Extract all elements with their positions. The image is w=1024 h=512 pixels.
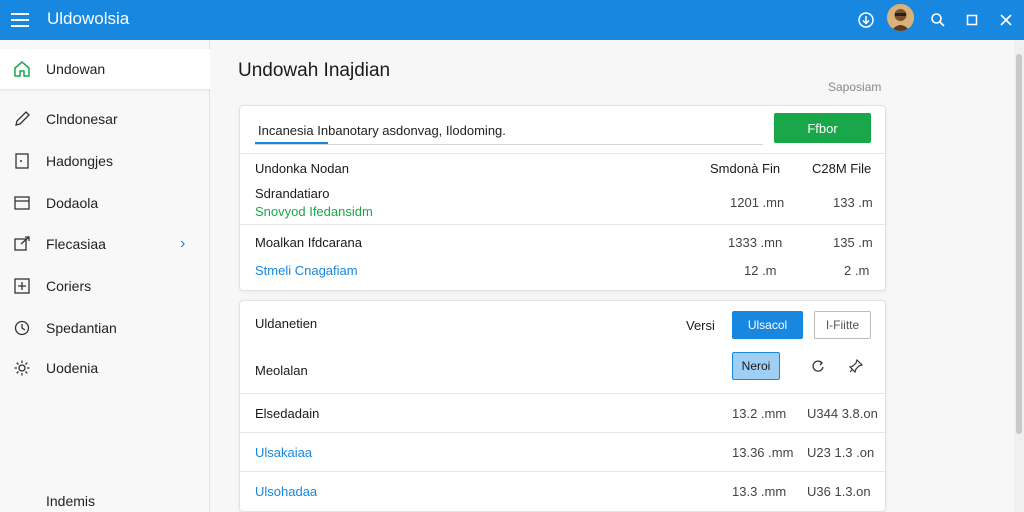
sidebar-item-label: Coriers <box>46 278 92 294</box>
sidebar-item-hadongjes[interactable]: Hadongjes <box>0 141 210 181</box>
column-header-name[interactable]: Undonka Nodan <box>255 161 349 176</box>
title-bar: Uldowolsia <box>0 0 1024 40</box>
row-title: Sdrandatiaro <box>255 186 330 201</box>
share-icon <box>12 234 32 254</box>
search-input[interactable] <box>255 117 763 145</box>
divider <box>240 432 885 433</box>
refresh-icon[interactable] <box>808 356 828 376</box>
sidebar-item-coriers[interactable]: Coriers <box>0 266 210 306</box>
divider <box>240 393 885 394</box>
sidebar-item-label: Indemis <box>46 493 96 509</box>
search-icon[interactable] <box>926 8 950 32</box>
app-title: Uldowolsia <box>47 9 130 28</box>
sidebar-item-clndonesar[interactable]: Clndonesar <box>0 99 210 139</box>
row-title: Moalkan Ifdcarana <box>255 235 362 250</box>
sidebar-item-label: Hadongjes <box>46 153 113 169</box>
details-panel: Uldanetien Versi Ulsacol I-Fiitte Meolal… <box>239 300 886 512</box>
close-icon[interactable] <box>994 8 1018 32</box>
sidebar-item-undowan[interactable]: Undowan <box>0 49 210 89</box>
sidebar-item-dodaola[interactable]: Dodaola <box>0 183 210 223</box>
sidebar-item-label: Clndonesar <box>46 111 118 127</box>
row-col2: U36 1.3.on <box>807 484 871 499</box>
row-col1: 13.2 .mm <box>732 406 787 421</box>
main-content: Undowah Inajdian Saposiam Ffbor Undonka … <box>210 40 1014 512</box>
divider <box>240 471 885 472</box>
pin-icon[interactable] <box>846 356 866 376</box>
home-icon <box>12 59 32 79</box>
maximize-icon[interactable] <box>960 8 984 32</box>
sidebar: Undowan Clndonesar Hadongjes Dodaola Fle… <box>0 40 210 512</box>
row-col2: 135 .m <box>833 235 873 250</box>
download-circle-icon[interactable] <box>854 8 878 32</box>
divider <box>240 224 885 225</box>
sidebar-item-spedantian[interactable]: Spedantian <box>0 308 210 348</box>
window-icon <box>12 193 32 213</box>
bookmark-icon <box>12 151 32 171</box>
row-col2: U23 1.3 .on <box>807 445 875 460</box>
row-col2: 2 .m <box>844 263 870 278</box>
search-focus-indicator <box>255 142 328 144</box>
page-title: Undowah Inajdian <box>238 60 391 81</box>
row-col1: 12 .m <box>744 263 777 278</box>
panel-row-label: Meolalan <box>255 363 308 378</box>
sidebar-item-label: Undowan <box>46 61 106 77</box>
sidebar-item-label: Uodenia <box>46 360 99 376</box>
scrollbar-thumb[interactable] <box>1016 54 1022 434</box>
row-col2: 133 .m <box>833 195 873 210</box>
primary-action-button[interactable]: Ffbor <box>774 113 871 143</box>
sidebar-item-indemis[interactable]: Indemis <box>0 481 210 512</box>
menu-icon[interactable] <box>10 10 32 30</box>
sidebar-item-label: Spedantian <box>46 320 117 336</box>
clock-icon <box>12 318 32 338</box>
row-title[interactable]: Stmeli Cnagafiam <box>255 263 358 278</box>
select-button[interactable]: Ulsacol <box>732 311 803 339</box>
gear-icon <box>12 358 32 378</box>
row-col1: 13.36 .mm <box>732 445 794 460</box>
sidebar-item-uodenia[interactable]: Uodenia <box>0 348 210 388</box>
row-col1: 1201 .mn <box>730 195 785 210</box>
plus-box-icon <box>12 276 32 296</box>
pencil-icon <box>12 109 32 129</box>
chevron-right-icon: › <box>180 235 186 252</box>
vertical-scrollbar[interactable] <box>1014 40 1024 512</box>
toggle-button[interactable]: Neroi <box>732 352 780 380</box>
panel-title: Uldanetien <box>255 316 318 331</box>
sidebar-item-flecasiaa[interactable]: Flecasiaa › <box>0 224 210 264</box>
row-col1: 1333 .mn <box>728 235 783 250</box>
row-col2: U344 3.8.on <box>807 406 878 421</box>
row-subtitle[interactable]: Snovyod Ifedansidm <box>255 204 373 219</box>
versi-label: Versi <box>686 318 715 333</box>
row-name[interactable]: Ulsohadaa <box>255 484 317 499</box>
page-subtitle: Saposiam <box>828 80 882 94</box>
row-name: Elsedadain <box>255 406 320 421</box>
avatar[interactable] <box>887 4 914 31</box>
row-name[interactable]: Ulsakaiaa <box>255 445 312 460</box>
sidebar-item-label: Flecasiaa <box>46 236 106 252</box>
files-card: Ffbor Undonka Nodan Smdonà Fin C28M File… <box>239 105 886 291</box>
divider <box>240 153 885 154</box>
column-header-col2[interactable]: C28M File <box>812 161 871 176</box>
filter-button[interactable]: I-Fiitte <box>814 311 871 339</box>
row-col1: 13.3 .mm <box>732 484 787 499</box>
sidebar-item-label: Dodaola <box>46 195 99 211</box>
column-header-col1[interactable]: Smdonà Fin <box>710 161 780 176</box>
